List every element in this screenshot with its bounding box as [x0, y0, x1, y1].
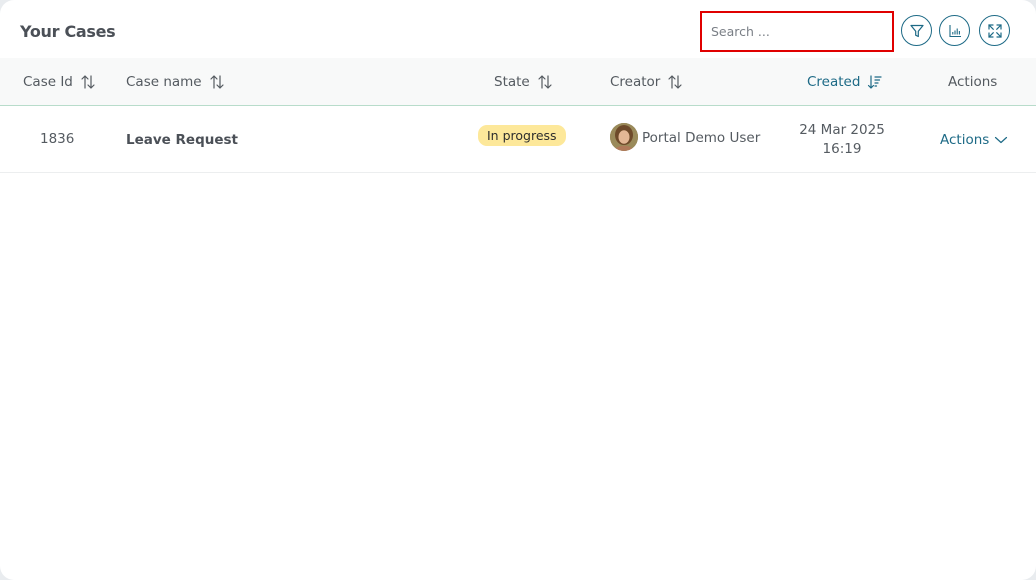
column-label: Created [807, 73, 861, 90]
created-datetime: 24 Mar 2025 16:19 [790, 121, 894, 159]
sort-icon[interactable] [209, 74, 225, 90]
column-label: Creator [610, 73, 661, 90]
avatar [610, 123, 638, 151]
status-badge: In progress [478, 125, 566, 146]
expand-button[interactable] [979, 15, 1010, 46]
column-label: Case Id [23, 73, 73, 90]
card-header: Your Cases [0, 0, 1036, 58]
chevron-down-icon [995, 136, 1008, 144]
sort-descending-icon[interactable] [867, 74, 883, 90]
row-actions-dropdown[interactable]: Actions [940, 132, 1008, 148]
case-name[interactable]: Leave Request [126, 132, 238, 148]
column-label: State [494, 73, 530, 90]
column-header-created[interactable]: Created [807, 58, 883, 105]
column-header-creator[interactable]: Creator [610, 58, 683, 105]
sort-icon[interactable] [80, 74, 96, 90]
creator-name: Portal Demo User [642, 130, 761, 146]
created-date: 24 Mar 2025 [799, 122, 885, 138]
table-header: Case Id Case name State Creator Created [0, 58, 1036, 106]
sort-icon[interactable] [537, 74, 553, 90]
page-title: Your Cases [20, 22, 116, 41]
search-input[interactable] [702, 13, 892, 50]
sort-icon[interactable] [667, 74, 683, 90]
statistics-button[interactable] [939, 15, 970, 46]
column-label: Actions [948, 73, 998, 90]
column-header-actions: Actions [948, 58, 997, 105]
column-header-case-name[interactable]: Case name [126, 58, 225, 105]
search-box[interactable] [700, 11, 894, 52]
column-header-state[interactable]: State [494, 58, 553, 105]
filter-button[interactable] [901, 15, 932, 46]
filter-icon [909, 24, 924, 37]
column-header-case-id[interactable]: Case Id [23, 58, 96, 105]
actions-label: Actions [940, 132, 990, 148]
column-label: Case name [126, 73, 202, 90]
table-row[interactable]: 1836 Leave Request In progress Portal De… [0, 106, 1036, 173]
cases-card: Your Cases Search ... Case Id Case name … [0, 0, 1036, 580]
expand-icon [987, 23, 1002, 38]
case-id: 1836 [40, 131, 75, 147]
chart-icon [948, 24, 961, 37]
created-time: 16:19 [822, 141, 862, 157]
